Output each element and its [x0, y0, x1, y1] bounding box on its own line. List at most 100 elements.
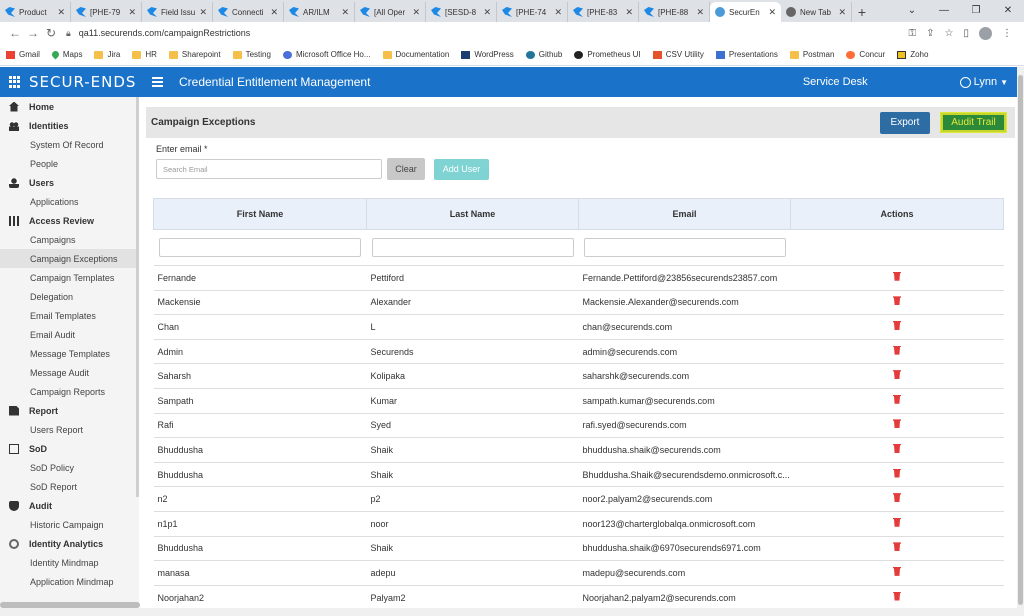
browser-tab[interactable]: Field Issu ✕: [142, 2, 213, 22]
forward-icon[interactable]: →: [24, 26, 42, 40]
sidebar-item-application-mindmap[interactable]: Application Mindmap: [0, 572, 139, 591]
browser-tab[interactable]: [PHE-74 ✕: [497, 2, 568, 22]
bookmark-item[interactable]: Prometheus UI: [574, 50, 641, 59]
delete-icon[interactable]: [893, 370, 901, 380]
hamburger-icon[interactable]: [152, 77, 163, 87]
audit-trail-button[interactable]: Audit Trail: [941, 113, 1006, 132]
column-header-first-name[interactable]: First Name: [153, 198, 367, 230]
key-icon[interactable]: ⚿: [909, 28, 917, 39]
browser-tab[interactable]: [SESD-8 ✕: [426, 2, 497, 22]
delete-icon[interactable]: [893, 419, 901, 429]
browser-tab[interactable]: [PHE-88 ✕: [639, 2, 710, 22]
delete-icon[interactable]: [893, 542, 901, 552]
sidebar-item-message-templates[interactable]: Message Templates: [0, 344, 139, 363]
tab-close-icon[interactable]: ✕: [57, 7, 65, 18]
sidebar-item-campaign-reports[interactable]: Campaign Reports: [0, 382, 139, 401]
tab-close-icon[interactable]: ✕: [199, 7, 207, 18]
sidebar-item-historic-campaign[interactable]: Historic Campaign: [0, 515, 139, 534]
sidebar-item-users[interactable]: Users: [0, 173, 139, 192]
add-user-button[interactable]: Add User: [434, 158, 489, 180]
bookmark-item[interactable]: WordPress: [461, 50, 514, 59]
sidebar-item-report[interactable]: Report: [0, 401, 139, 420]
restore-icon[interactable]: ❐: [960, 5, 992, 16]
bookmark-item[interactable]: Gmail: [6, 50, 40, 59]
bookmark-item[interactable]: Documentation: [382, 50, 449, 59]
apps-grid-icon[interactable]: [9, 76, 21, 88]
minimize-icon[interactable]: —: [928, 5, 960, 16]
delete-icon[interactable]: [893, 566, 901, 576]
sidebar-item-applications[interactable]: Applications: [0, 192, 139, 211]
lock-icon[interactable]: 🔒︎: [66, 28, 71, 39]
page-scrollbar-thumb[interactable]: [1018, 75, 1023, 605]
browser-tab[interactable]: AR/ILM ✕: [284, 2, 355, 22]
sidebar-item-campaign-exceptions[interactable]: Campaign Exceptions: [0, 249, 139, 268]
reload-icon[interactable]: ↻: [42, 26, 60, 40]
bookmark-item[interactable]: Testing: [232, 50, 271, 59]
sidebar-item-identity-mindmap[interactable]: Identity Mindmap: [0, 553, 139, 572]
star-icon[interactable]: ☆: [945, 28, 954, 39]
user-menu[interactable]: Lynn ▼: [959, 76, 1008, 88]
delete-icon[interactable]: [893, 443, 901, 453]
service-desk-link[interactable]: Service Desk: [803, 76, 868, 88]
securends-logo[interactable]: SECUR-ENDS: [29, 73, 144, 91]
bookmark-item[interactable]: Sharepoint: [168, 50, 221, 59]
bookmark-item[interactable]: Presentations: [715, 50, 778, 59]
tab-close-icon[interactable]: ✕: [768, 7, 776, 18]
horizontal-scrollbar[interactable]: [0, 602, 140, 608]
browser-tab[interactable]: [PHE-79 ✕: [71, 2, 142, 22]
last-name-filter-input[interactable]: [371, 238, 574, 257]
browser-tab[interactable]: SecurEn ✕: [710, 2, 781, 22]
sidebar-item-sod-policy[interactable]: SoD Policy: [0, 458, 139, 477]
tab-close-icon[interactable]: ✕: [554, 7, 562, 18]
column-header-email[interactable]: Email: [578, 198, 791, 230]
column-header-last-name[interactable]: Last Name: [366, 198, 579, 230]
close-window-icon[interactable]: ✕: [992, 5, 1024, 16]
sidebar-item-sod-report[interactable]: SoD Report: [0, 477, 139, 496]
bookmark-item[interactable]: CSV Utility: [652, 50, 704, 59]
bookmark-item[interactable]: Zoho: [897, 50, 928, 59]
sidebar-item-message-audit[interactable]: Message Audit: [0, 363, 139, 382]
bookmark-item[interactable]: Concur: [846, 50, 885, 59]
tab-close-icon[interactable]: ✕: [625, 7, 633, 18]
delete-icon[interactable]: [893, 296, 901, 306]
new-tab-button[interactable]: +: [852, 2, 872, 22]
delete-icon[interactable]: [893, 394, 901, 404]
sidebar-item-system-of-record[interactable]: System Of Record: [0, 135, 139, 154]
delete-icon[interactable]: [893, 517, 901, 527]
tab-close-icon[interactable]: ✕: [696, 7, 704, 18]
tab-close-icon[interactable]: ✕: [128, 7, 136, 18]
delete-icon[interactable]: [893, 591, 901, 601]
tab-search-icon[interactable]: ⌄: [896, 5, 928, 16]
sidebar-item-campaign-templates[interactable]: Campaign Templates: [0, 268, 139, 287]
browser-tab[interactable]: [All Oper ✕: [355, 2, 426, 22]
tab-close-icon[interactable]: ✕: [270, 7, 278, 18]
tab-close-icon[interactable]: ✕: [341, 7, 349, 18]
bookmark-item[interactable]: Maps: [50, 49, 82, 60]
clear-button[interactable]: Clear: [387, 158, 425, 180]
sidebar-item-email-audit[interactable]: Email Audit: [0, 325, 139, 344]
sidebar-item-home[interactable]: Home: [0, 97, 139, 116]
sidepanel-icon[interactable]: ▯: [963, 28, 969, 39]
sidebar-item-delegation[interactable]: Delegation: [0, 287, 139, 306]
sidebar-scrollbar[interactable]: [136, 97, 139, 497]
share-icon[interactable]: ⇪: [926, 28, 934, 39]
first-name-filter-input[interactable]: [158, 238, 361, 257]
tab-close-icon[interactable]: ✕: [412, 7, 420, 18]
menu-icon[interactable]: ⋮: [1002, 28, 1012, 39]
bookmark-item[interactable]: Github: [525, 50, 562, 59]
sidebar-item-audit[interactable]: Audit: [0, 496, 139, 515]
delete-icon[interactable]: [893, 493, 901, 503]
sidebar-item-sod[interactable]: SoD: [0, 439, 139, 458]
sidebar-item-campaigns[interactable]: Campaigns: [0, 230, 139, 249]
bookmark-item[interactable]: Postman: [789, 50, 834, 59]
sidebar-item-people[interactable]: People: [0, 154, 139, 173]
export-button[interactable]: Export: [880, 111, 930, 134]
tab-close-icon[interactable]: ✕: [838, 7, 846, 18]
profile-avatar[interactable]: [979, 26, 992, 40]
browser-tab[interactable]: Connecti ✕: [213, 2, 284, 22]
delete-icon[interactable]: [893, 271, 901, 281]
delete-icon[interactable]: [893, 320, 901, 330]
sidebar-item-identity-analytics[interactable]: Identity Analytics: [0, 534, 139, 553]
sidebar-item-identities[interactable]: Identities: [0, 116, 139, 135]
email-search-input[interactable]: Search Email: [156, 159, 382, 179]
